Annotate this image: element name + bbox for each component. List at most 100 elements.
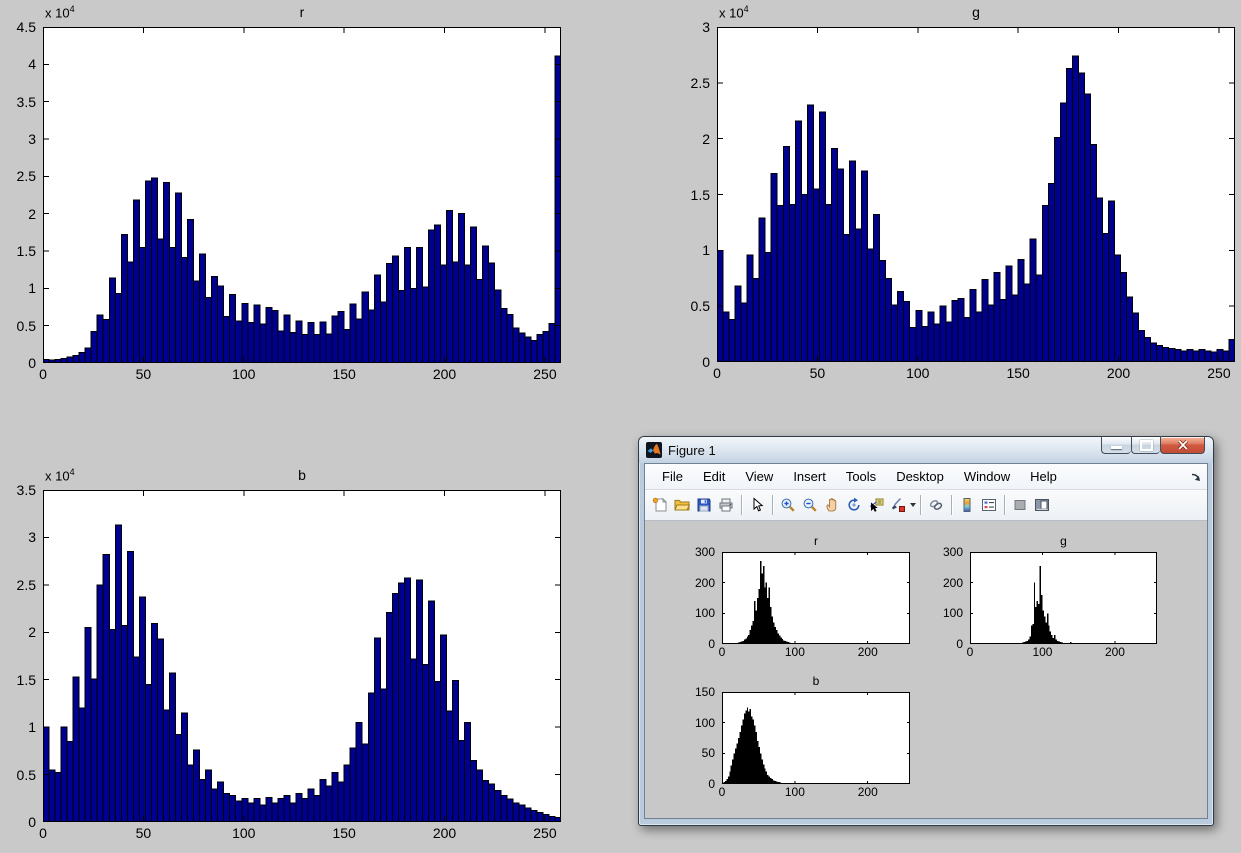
histogram-g-large-ytick-2.5: 2.5 xyxy=(665,76,710,90)
close-button[interactable] xyxy=(1160,436,1205,454)
histogram-g-large-xtick-0: 0 xyxy=(692,366,742,380)
histogram-r-small-xtick-100: 100 xyxy=(770,646,820,658)
histogram-g-small-ytick-100: 100 xyxy=(918,607,963,619)
histogram-g-large-title: g xyxy=(717,5,1235,19)
toolbar-separator xyxy=(951,495,952,515)
figure-canvas: 01002003000100200r01002003000100200g0501… xyxy=(645,521,1207,818)
window-title: Figure 1 xyxy=(668,443,716,458)
histogram-r-small-ytick-100: 100 xyxy=(670,607,715,619)
save-figure-icon[interactable] xyxy=(693,494,715,516)
histogram-g-large-xtick-250: 250 xyxy=(1194,366,1241,380)
menu-item-desktop[interactable]: Desktop xyxy=(887,466,953,487)
matlab-screen: Figure 1 FileEditViewInsertToolsDesktopW… xyxy=(0,0,1241,853)
menu-item-window[interactable]: Window xyxy=(955,466,1019,487)
zoom-out-icon[interactable] xyxy=(799,494,821,516)
histogram-b-small-ytick-50: 50 xyxy=(670,747,715,759)
histogram-g-small-xtick-0: 0 xyxy=(945,646,995,658)
histogram-g-small-xtick-200: 200 xyxy=(1090,646,1140,658)
maximize-icon xyxy=(1140,440,1153,451)
histogram-g-large-ytick-2: 2 xyxy=(665,132,710,146)
histogram-r-large-ytick-2: 2 xyxy=(0,207,36,221)
menu-item-view[interactable]: View xyxy=(736,466,782,487)
histogram-r-large-ytick-4.5: 4.5 xyxy=(0,20,36,34)
histogram-g-large xyxy=(717,27,1235,362)
histogram-r-large-ytick-3: 3 xyxy=(0,132,36,146)
menu-item-edit[interactable]: Edit xyxy=(694,466,734,487)
histogram-b-small-ytick-150: 150 xyxy=(670,686,715,698)
dock-figure-icon[interactable] xyxy=(1190,470,1202,488)
menu-item-tools[interactable]: Tools xyxy=(837,466,885,487)
link-plot-icon[interactable] xyxy=(925,494,947,516)
histogram-b-small-xtick-0: 0 xyxy=(697,786,747,798)
histogram-r-large-ytick-3.5: 3.5 xyxy=(0,95,36,109)
matlab-logo-icon xyxy=(646,442,662,458)
minimize-icon xyxy=(1111,446,1122,449)
menu-item-help[interactable]: Help xyxy=(1021,466,1066,487)
brush-icon[interactable] xyxy=(887,494,909,516)
maximize-button[interactable] xyxy=(1131,436,1160,454)
zoom-in-icon[interactable] xyxy=(777,494,799,516)
histogram-g-small-xtick-100: 100 xyxy=(1017,646,1067,658)
histogram-g-large-xtick-100: 100 xyxy=(893,366,943,380)
histogram-r-large xyxy=(43,27,561,363)
toolbar xyxy=(645,490,1207,521)
histogram-g-small-ytick-200: 200 xyxy=(918,577,963,589)
histogram-r-large-xtick-100: 100 xyxy=(219,367,269,381)
figure-window[interactable]: Figure 1 FileEditViewInsertToolsDesktopW… xyxy=(638,436,1214,826)
minimize-button[interactable] xyxy=(1101,436,1131,454)
histogram-b-large-xtick-0: 0 xyxy=(18,826,68,840)
histogram-r-large-ytick-4: 4 xyxy=(0,57,36,71)
hide-plot-tools-icon[interactable] xyxy=(1009,494,1031,516)
histogram-b-small-title: b xyxy=(722,675,910,687)
histogram-r-large-ytick-1.5: 1.5 xyxy=(0,244,36,258)
histogram-b-small xyxy=(722,692,910,784)
show-plot-tools-icon[interactable] xyxy=(1031,494,1053,516)
histogram-r-large-title: r xyxy=(43,5,561,19)
histogram-b-small-xtick-100: 100 xyxy=(770,786,820,798)
histogram-b-large-xtick-50: 50 xyxy=(118,826,168,840)
insert-colorbar-icon[interactable] xyxy=(956,494,978,516)
insert-legend-icon[interactable] xyxy=(978,494,1000,516)
edit-plot-cursor-icon[interactable] xyxy=(746,494,768,516)
histogram-g-large-exp-label: x 104 xyxy=(719,5,749,19)
histogram-b-large-xtick-250: 250 xyxy=(520,826,570,840)
histogram-b-large-ytick-2.5: 2.5 xyxy=(0,578,36,592)
histogram-r-small-xtick-0: 0 xyxy=(697,646,747,658)
histogram-r-large-xtick-200: 200 xyxy=(420,367,470,381)
close-icon xyxy=(1177,440,1189,450)
histogram-g-small xyxy=(970,552,1157,644)
window-titlebar[interactable]: Figure 1 xyxy=(639,437,1213,463)
histogram-b-large-title: b xyxy=(43,468,561,482)
histogram-g-large-xtick-200: 200 xyxy=(1094,366,1144,380)
data-cursor-icon[interactable] xyxy=(865,494,887,516)
histogram-g-large-ytick-1: 1 xyxy=(665,243,710,257)
toolbar-separator xyxy=(741,495,742,515)
histogram-g-large-ytick-0.5: 0.5 xyxy=(665,299,710,313)
menu-item-insert[interactable]: Insert xyxy=(784,466,835,487)
histogram-b-small-ytick-100: 100 xyxy=(670,717,715,729)
histogram-g-small-ytick-300: 300 xyxy=(918,546,963,558)
histogram-r-large-ytick-2.5: 2.5 xyxy=(0,169,36,183)
menu-item-file[interactable]: File xyxy=(653,466,692,487)
caption-buttons xyxy=(1101,436,1205,454)
histogram-r-large-xtick-150: 150 xyxy=(319,367,369,381)
histogram-b-large-exp-label: x 104 xyxy=(45,468,75,482)
rotate-3d-icon[interactable] xyxy=(843,494,865,516)
brush-dropdown-icon[interactable] xyxy=(910,503,916,507)
histogram-r-large-exp-label: x 104 xyxy=(45,5,75,19)
histogram-g-large-xtick-150: 150 xyxy=(993,366,1043,380)
print-figure-icon[interactable] xyxy=(715,494,737,516)
histogram-r-small-ytick-300: 300 xyxy=(670,546,715,558)
window-body: FileEditViewInsertToolsDesktopWindowHelp xyxy=(644,463,1208,819)
histogram-r-large-xtick-0: 0 xyxy=(18,367,68,381)
histogram-r-large-xtick-250: 250 xyxy=(520,367,570,381)
toolbar-separator xyxy=(772,495,773,515)
histogram-r-small-xtick-200: 200 xyxy=(843,646,893,658)
histogram-g-small-title: g xyxy=(970,535,1157,547)
pan-hand-icon[interactable] xyxy=(821,494,843,516)
new-figure-icon[interactable] xyxy=(649,494,671,516)
histogram-g-large-ytick-1.5: 1.5 xyxy=(665,188,710,202)
open-file-icon[interactable] xyxy=(671,494,693,516)
toolbar-separator xyxy=(920,495,921,515)
histogram-b-large-xtick-150: 150 xyxy=(319,826,369,840)
